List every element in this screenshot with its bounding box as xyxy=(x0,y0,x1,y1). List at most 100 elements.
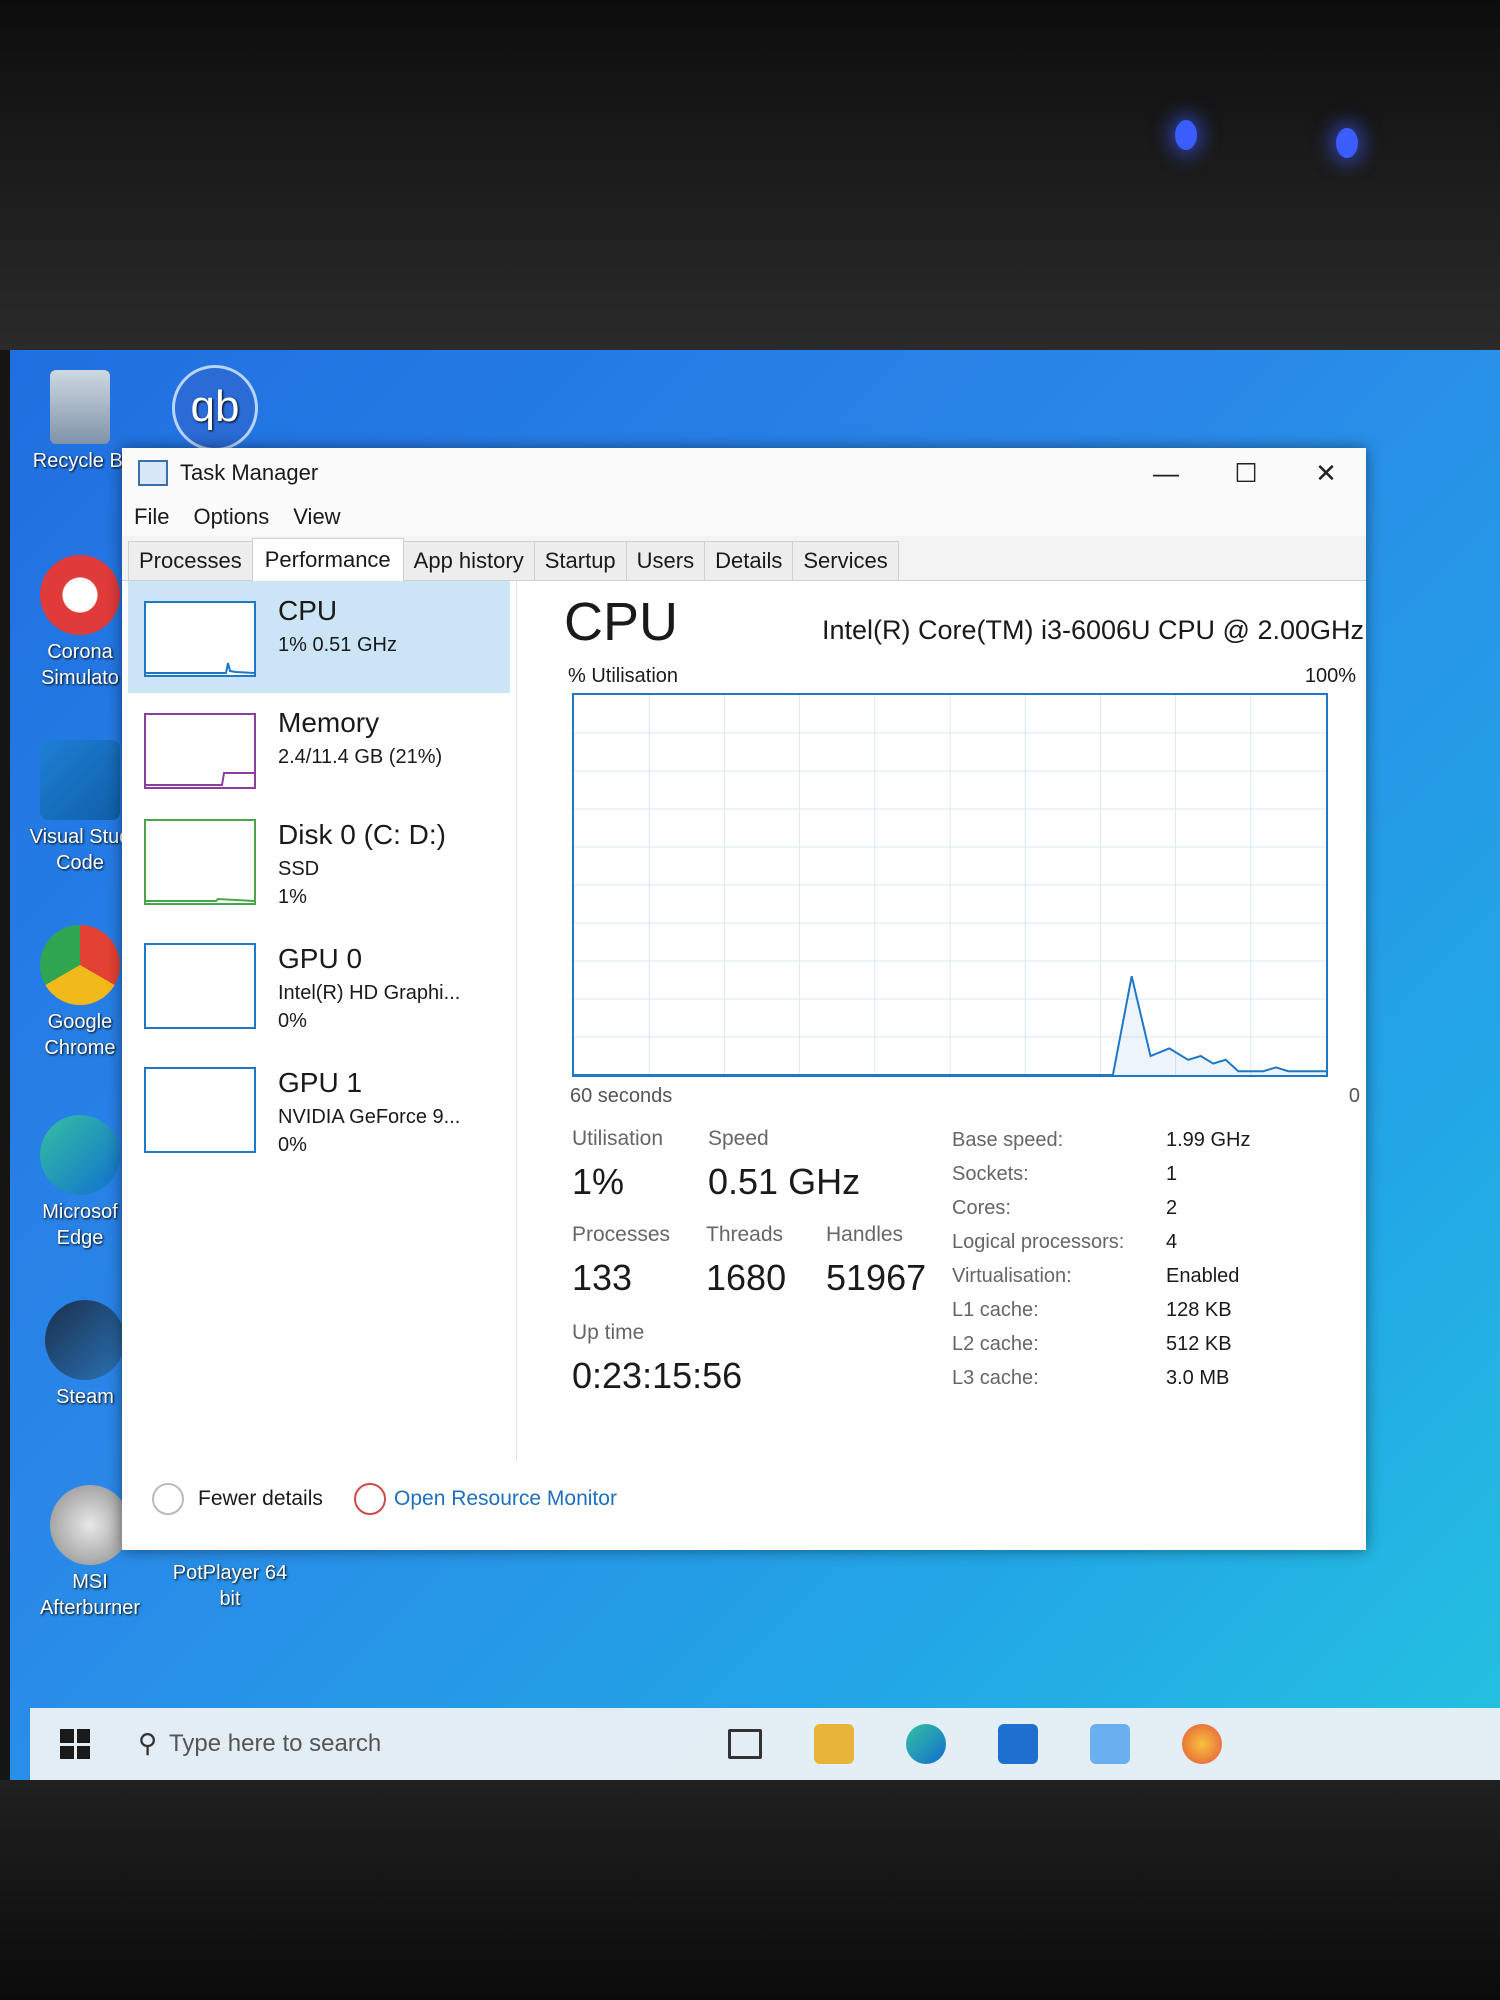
handles-label: Handles xyxy=(826,1223,904,1246)
sidebar-item-detail: 2.4/11.4 GB (21%) xyxy=(278,746,443,768)
detail-value: 2 xyxy=(1166,1197,1178,1219)
microsoft-store-icon[interactable] xyxy=(998,1724,1038,1764)
sidebar-item-detail: NVIDIA GeForce 9... xyxy=(278,1106,461,1128)
close-button[interactable]: ✕ xyxy=(1286,448,1366,498)
cpu-utilisation-graph xyxy=(572,693,1328,1077)
memory-thumbnail-graph xyxy=(144,713,256,789)
detail-value: 128 KB xyxy=(1166,1299,1232,1321)
sidebar-item-detail: Intel(R) HD Graphi... xyxy=(278,982,461,1004)
sidebar-item-detail: 0% xyxy=(278,1134,307,1156)
steam-icon xyxy=(45,1300,125,1380)
title-bar[interactable]: Task Manager — ☐ ✕ xyxy=(122,448,1366,498)
graph-x-min: 0 xyxy=(1348,1085,1360,1107)
cpu-thumbnail-graph xyxy=(144,601,256,677)
desktop-icon-label: PotPlayer 64 bit xyxy=(172,1562,288,1610)
processes-value: 133 xyxy=(572,1257,633,1298)
corona-simulator-icon xyxy=(40,555,120,635)
windows-start-icon[interactable] xyxy=(60,1729,90,1759)
detail-value: 512 KB xyxy=(1166,1333,1232,1355)
page-title: CPU xyxy=(564,592,679,652)
cpu-model-name: Intel(R) Core(TM) i3-6006U CPU @ 2.00GHz xyxy=(821,615,1364,645)
sidebar-item-memory[interactable]: Memory 2.4/11.4 GB (21%) xyxy=(128,693,510,805)
detail-key: Virtualisation: xyxy=(952,1265,1072,1287)
speed-label: Speed xyxy=(708,1127,769,1150)
desktop-icon-potplayer[interactable]: PotPlayer 64 bit xyxy=(170,1560,290,1612)
open-resource-monitor-link[interactable]: Open Resource Monitor xyxy=(394,1487,617,1511)
sidebar-item-name: Memory xyxy=(278,707,380,738)
handles-value: 51967 xyxy=(826,1257,927,1298)
tab-performance[interactable]: Performance xyxy=(251,538,404,581)
footer-bar: Fewer details Open Resource Monitor xyxy=(122,1461,1366,1549)
sidebar-item-detail: SSD xyxy=(278,858,320,880)
resource-sidebar: CPU 1% 0.51 GHz Memory 2.4/11.4 GB (21%)… xyxy=(122,581,517,1461)
taskbar-search-box[interactable]: ⚲ Type here to search xyxy=(138,1729,608,1759)
speed-value: 0.51 GHz xyxy=(708,1161,861,1202)
chrome-icon xyxy=(40,925,120,1005)
resource-monitor-icon xyxy=(354,1483,386,1515)
taskbar: ⚲ Type here to search xyxy=(30,1708,1500,1780)
desktop-icon-qbittorrent[interactable]: qb xyxy=(155,365,275,455)
sidebar-item-gpu-1[interactable]: GPU 1 NVIDIA GeForce 9... 0% xyxy=(128,1053,510,1165)
sidebar-item-name: GPU 1 xyxy=(278,1067,363,1098)
detail-value: 4 xyxy=(1166,1231,1178,1253)
task-manager-icon xyxy=(138,460,168,486)
search-icon: ⚲ xyxy=(138,1729,158,1759)
chevron-up-icon[interactable] xyxy=(152,1483,184,1515)
graph-y-label: % Utilisation xyxy=(568,665,679,687)
menu-bar: File Options View xyxy=(122,498,1366,536)
cpu-graph-svg xyxy=(574,695,1326,1076)
fewer-details-link[interactable]: Fewer details xyxy=(198,1487,323,1511)
task-view-icon[interactable] xyxy=(728,1729,762,1759)
detail-key: L3 cache: xyxy=(952,1367,1039,1389)
tab-startup[interactable]: Startup xyxy=(533,541,627,580)
tab-services[interactable]: Services xyxy=(792,541,899,580)
search-input[interactable]: Type here to search xyxy=(169,1730,381,1758)
tab-bar: Processes Performance App history Startu… xyxy=(122,536,1366,581)
monitor-bezel-top xyxy=(0,0,1500,350)
sidebar-item-gpu-0[interactable]: GPU 0 Intel(R) HD Graphi... 0% xyxy=(128,929,510,1041)
menu-view[interactable]: View xyxy=(293,504,340,530)
sidebar-item-cpu[interactable]: CPU 1% 0.51 GHz xyxy=(128,581,510,693)
detail-key: L1 cache: xyxy=(952,1299,1039,1321)
firefox-icon[interactable] xyxy=(1182,1724,1222,1764)
sidebar-item-detail: 1% xyxy=(278,886,307,908)
tab-app-history[interactable]: App history xyxy=(402,541,535,580)
threads-value: 1680 xyxy=(706,1257,787,1298)
sidebar-item-detail: 1% 0.51 GHz xyxy=(278,634,397,656)
menu-file[interactable]: File xyxy=(134,504,169,530)
performance-panel: CPU 1% 0.51 GHz Memory 2.4/11.4 GB (21%)… xyxy=(122,581,1366,1550)
taskbar-app-icon[interactable] xyxy=(1090,1724,1130,1764)
tab-details[interactable]: Details xyxy=(704,541,794,580)
vscode-icon xyxy=(40,740,120,820)
task-manager-window: Task Manager — ☐ ✕ File Options View Pro… xyxy=(122,448,1366,1550)
detail-value: 1.99 GHz xyxy=(1166,1129,1251,1151)
sidebar-item-detail: 0% xyxy=(278,1010,307,1032)
maximize-button[interactable]: ☐ xyxy=(1206,448,1286,498)
edge-taskbar-icon[interactable] xyxy=(906,1724,946,1764)
file-explorer-icon[interactable] xyxy=(814,1724,854,1764)
qbittorrent-icon: qb xyxy=(172,365,258,451)
gpu-0-thumbnail-graph xyxy=(144,943,256,1029)
detail-key: Sockets: xyxy=(952,1163,1029,1185)
minimize-button[interactable]: — xyxy=(1126,448,1206,498)
uptime-value: 0:23:15:56 xyxy=(572,1355,743,1396)
status-led xyxy=(1175,120,1197,150)
utilisation-value: 1% xyxy=(572,1161,625,1202)
sidebar-item-disk-0[interactable]: Disk 0 (C: D:) SSD 1% xyxy=(128,805,510,917)
graph-x-label: 60 seconds xyxy=(570,1085,673,1107)
monitor-bezel-bottom xyxy=(0,1780,1500,2000)
tab-processes[interactable]: Processes xyxy=(128,541,253,580)
detail-key: Cores: xyxy=(952,1197,1011,1219)
detail-key: L2 cache: xyxy=(952,1333,1039,1355)
desktop-icon-label: MSI Afterburner xyxy=(39,1571,141,1619)
detail-key: Base speed: xyxy=(952,1129,1064,1151)
status-led xyxy=(1336,128,1358,158)
threads-label: Threads xyxy=(706,1223,784,1246)
menu-options[interactable]: Options xyxy=(193,504,269,530)
recycle-bin-icon xyxy=(50,370,110,444)
gpu-1-thumbnail-graph xyxy=(144,1067,256,1153)
tab-users[interactable]: Users xyxy=(625,541,706,580)
sidebar-item-name: CPU xyxy=(278,595,338,626)
sidebar-item-name: GPU 0 xyxy=(278,943,363,974)
detail-value: 1 xyxy=(1166,1163,1178,1185)
